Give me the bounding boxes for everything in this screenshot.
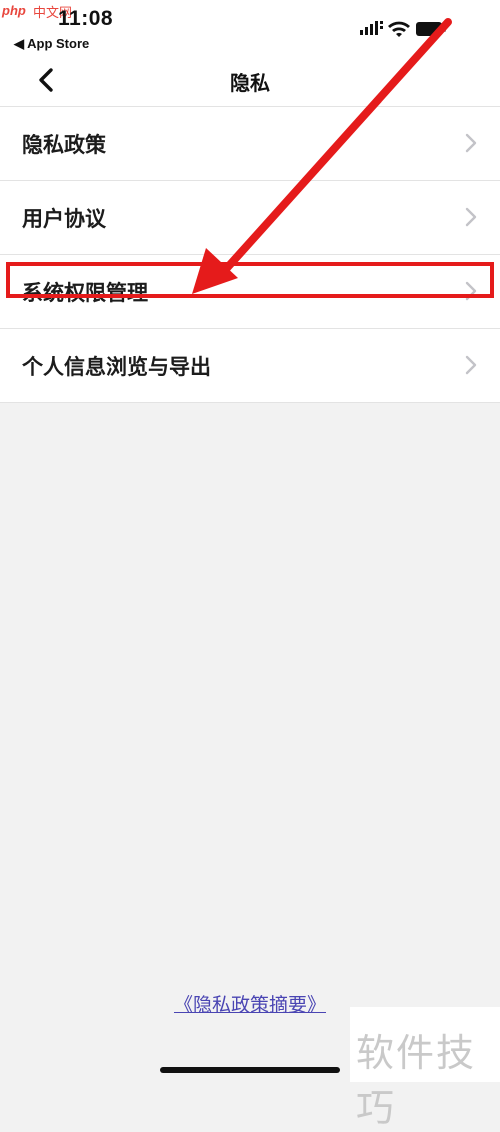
watermark-php: php	[2, 3, 26, 18]
list-item-label: 隐私政策	[22, 133, 106, 157]
watermark-bottom: 软件技巧	[356, 1031, 477, 1130]
page-title: 隐私	[230, 71, 270, 95]
list-item-system-permissions[interactable]: 系统权限管理	[0, 255, 500, 329]
home-indicator[interactable]	[160, 1067, 340, 1073]
list-item-label: 个人信息浏览与导出	[22, 355, 211, 379]
wifi-icon	[388, 21, 410, 37]
chevron-right-icon	[465, 133, 477, 153]
top-bar: php 中文网 11:08 ◀ App Store 隐私	[0, 0, 500, 106]
navigation-bar: 隐私	[0, 56, 500, 106]
status-icons	[360, 18, 460, 42]
signal-icon	[360, 21, 383, 35]
list-item-personal-info-export[interactable]: 个人信息浏览与导出	[0, 329, 500, 403]
screen: php 中文网 11:08 ◀ App Store 隐私 隐私政策 用户协议 系…	[0, 0, 500, 1130]
back-to-app-store-link[interactable]: ◀ App Store	[14, 36, 89, 52]
list-item-label: 用户协议	[22, 207, 106, 231]
battery-icon	[416, 22, 446, 36]
chevron-right-icon	[465, 355, 477, 375]
list-item-privacy-policy[interactable]: 隐私政策	[0, 107, 500, 181]
chevron-right-icon	[465, 281, 477, 301]
list-item-label: 系统权限管理	[22, 281, 148, 305]
list-item-user-agreement[interactable]: 用户协议	[0, 181, 500, 255]
chevron-right-icon	[465, 207, 477, 227]
settings-list: 隐私政策 用户协议 系统权限管理 个人信息浏览与导出	[0, 106, 500, 403]
status-time: 11:08	[58, 7, 114, 30]
